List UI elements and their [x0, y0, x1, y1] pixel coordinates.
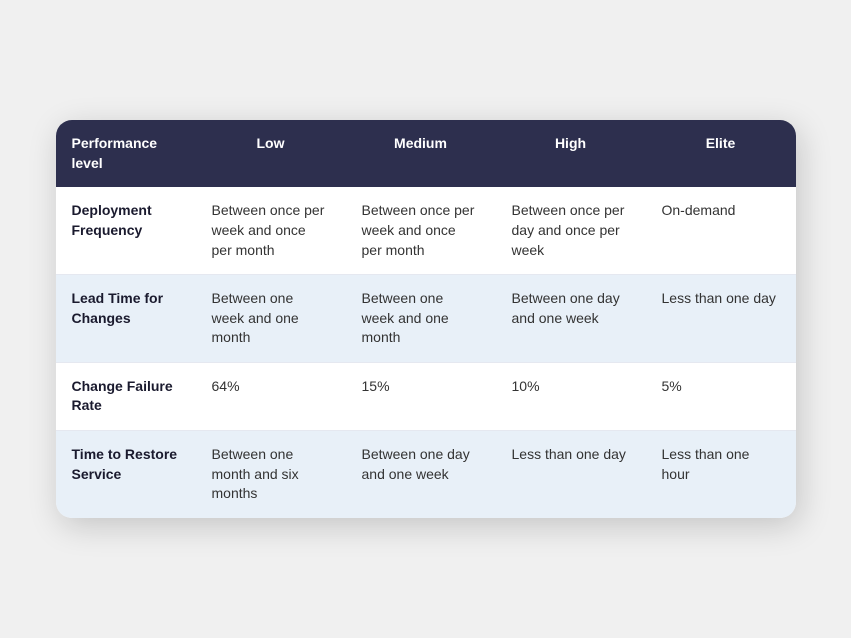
cell-medium: Between once per week and once per month [346, 187, 496, 274]
cell-medium: 15% [346, 362, 496, 430]
cell-medium: Between one day and one week [346, 431, 496, 518]
row-label: Deployment Frequency [56, 187, 196, 274]
row-label: Change Failure Rate [56, 362, 196, 430]
table-row: Deployment FrequencyBetween once per wee… [56, 187, 796, 274]
table-row: Change Failure Rate64%15%10%5% [56, 362, 796, 430]
cell-elite: 5% [646, 362, 796, 430]
header-medium: Medium [346, 120, 496, 187]
cell-high: Between one day and one week [496, 275, 646, 363]
cell-medium: Between one week and one month [346, 275, 496, 363]
row-label: Time to Restore Service [56, 431, 196, 518]
cell-elite: Less than one day [646, 275, 796, 363]
table-row: Lead Time for ChangesBetween one week an… [56, 275, 796, 363]
header-metric: Performance level [56, 120, 196, 187]
cell-elite: On-demand [646, 187, 796, 274]
header-high: High [496, 120, 646, 187]
performance-table: Performance level Low Medium High Elite … [56, 120, 796, 518]
performance-table-card: Performance level Low Medium High Elite … [56, 120, 796, 518]
cell-high: Less than one day [496, 431, 646, 518]
cell-low: Between one week and one month [196, 275, 346, 363]
cell-elite: Less than one hour [646, 431, 796, 518]
header-low: Low [196, 120, 346, 187]
cell-low: Between once per week and once per month [196, 187, 346, 274]
cell-high: 10% [496, 362, 646, 430]
row-label: Lead Time for Changes [56, 275, 196, 363]
table-row: Time to Restore ServiceBetween one month… [56, 431, 796, 518]
cell-high: Between once per day and once per week [496, 187, 646, 274]
cell-low: 64% [196, 362, 346, 430]
cell-low: Between one month and six months [196, 431, 346, 518]
header-elite: Elite [646, 120, 796, 187]
